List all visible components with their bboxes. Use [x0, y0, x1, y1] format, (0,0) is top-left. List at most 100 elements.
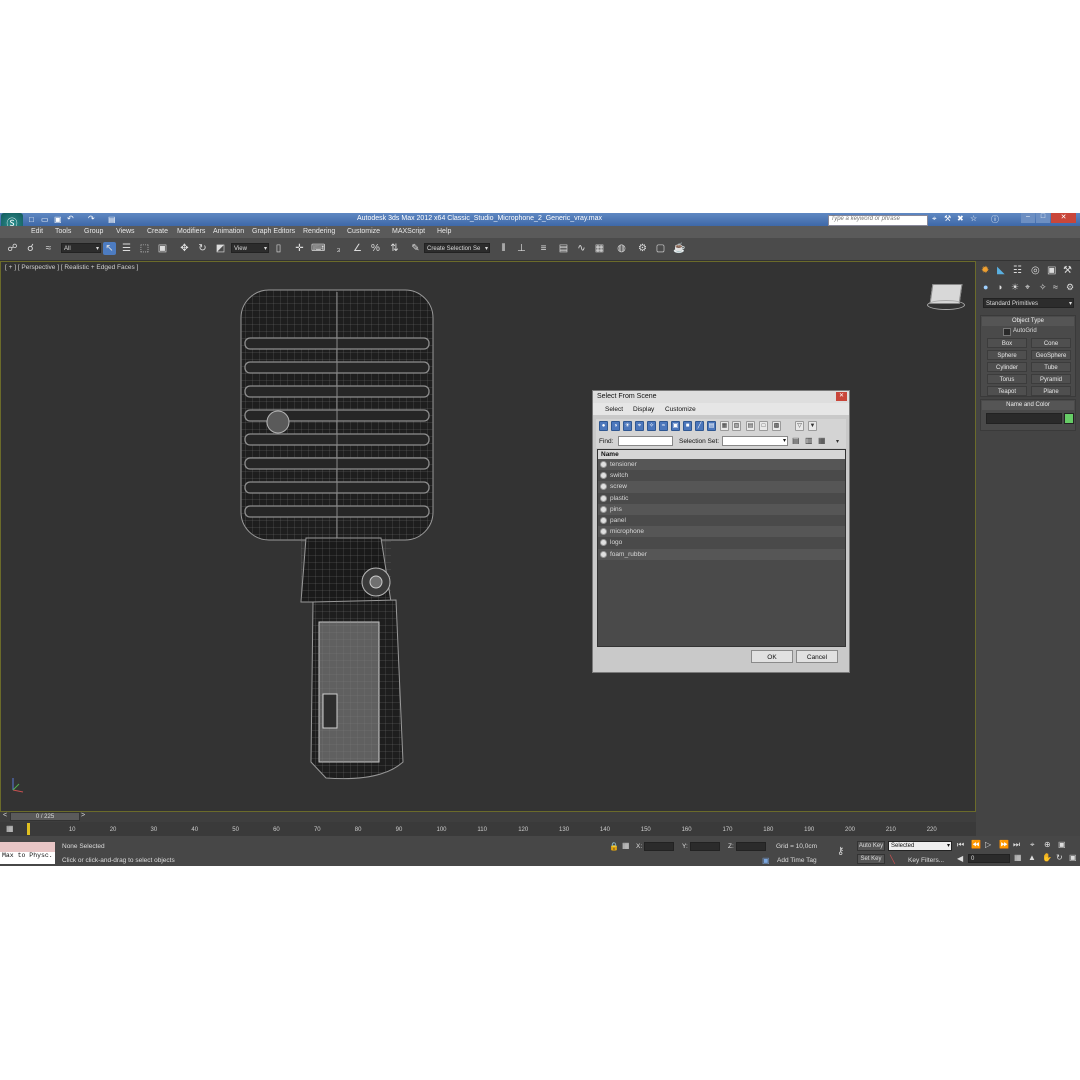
key-filters-icon[interactable]: ╲ — [890, 855, 895, 864]
align-icon[interactable]: ⊥ — [515, 242, 528, 255]
ok-button[interactable]: OK — [751, 650, 793, 663]
set-key-button[interactable]: Set Key — [857, 854, 885, 864]
display-groups-icon[interactable]: ▣ — [671, 421, 680, 431]
dialog-close-icon[interactable]: ✕ — [836, 392, 847, 401]
time-slider-thumb[interactable]: 0 / 225 — [10, 812, 80, 821]
maxscript-listener[interactable]: Max to Physc. — [0, 842, 55, 864]
display-geometry-icon[interactable]: ● — [599, 421, 608, 431]
cameras-icon[interactable]: ⌖ — [1025, 282, 1030, 293]
select-and-manipulate-icon[interactable]: ✛ — [293, 242, 306, 255]
torus-button[interactable]: Torus — [987, 374, 1027, 384]
viewport-label[interactable]: [ + ] [ Perspective ] [ Realistic + Edge… — [5, 264, 138, 271]
display-containers-icon[interactable]: ▤ — [707, 421, 716, 431]
display-all-icon[interactable]: ▤ — [746, 421, 755, 431]
time-tag-icon[interactable]: ▣ — [762, 856, 770, 865]
previous-frame-icon[interactable]: ⏪ — [971, 840, 981, 849]
geometry-icon[interactable]: ● — [983, 282, 988, 292]
display-invert-icon[interactable]: ▩ — [772, 421, 781, 431]
scale-icon[interactable]: ◩ — [214, 242, 227, 255]
save-file-icon[interactable]: ▣ — [54, 215, 62, 224]
rotate-icon[interactable]: ↻ — [196, 242, 209, 255]
cylinder-button[interactable]: Cylinder — [987, 362, 1027, 372]
redo-icon[interactable]: ↷ — [88, 214, 95, 223]
box-button[interactable]: Box — [987, 338, 1027, 348]
list-item[interactable]: pins — [598, 503, 845, 515]
add-time-tag[interactable]: Add Time Tag — [777, 857, 817, 864]
link-icon[interactable]: ☍ — [6, 242, 19, 255]
close-icon[interactable]: ✕ — [1051, 213, 1076, 223]
select-object-icon[interactable]: ↖ — [103, 242, 116, 255]
menu-tools[interactable]: Tools — [55, 228, 71, 235]
render-production-icon[interactable]: ☕ — [673, 242, 686, 255]
undo-icon[interactable]: ↶ — [67, 214, 74, 223]
display-lights-icon[interactable]: ☀ — [623, 421, 632, 431]
modify-tab-icon[interactable]: ◣ — [997, 265, 1005, 276]
go-to-end-icon[interactable]: ⏭ — [1013, 840, 1020, 850]
filter-settings-icon[interactable]: ▼ — [808, 421, 817, 431]
key-mode-icon[interactable]: ◀ — [957, 854, 963, 863]
maximize-toggle-icon[interactable]: ▣ — [1069, 853, 1077, 862]
hierarchy-tab-icon[interactable]: ☷ — [1013, 265, 1022, 276]
display-xrefs-icon[interactable]: ■ — [683, 421, 692, 431]
help-icon[interactable]: ⓘ — [991, 214, 999, 225]
menu-help[interactable]: Help — [437, 228, 451, 235]
pyramid-button[interactable]: Pyramid — [1031, 374, 1071, 384]
menu-maxscript[interactable]: MAXScript — [392, 228, 425, 235]
minimize-icon[interactable]: – — [1021, 213, 1035, 223]
menu-views[interactable]: Views — [116, 228, 135, 235]
menu-animation[interactable]: Animation — [213, 228, 244, 235]
menu-graph-editors[interactable]: Graph Editors — [252, 228, 295, 235]
auto-key-button[interactable]: Auto Key — [857, 841, 885, 851]
autogrid-checkbox[interactable] — [1003, 328, 1011, 336]
keyboard-shortcut-override-icon[interactable]: ⌨ — [311, 242, 325, 255]
object-category-dropdown[interactable]: Standard Primitives ▾ — [983, 298, 1074, 308]
filter-icon[interactable]: ▽ — [795, 421, 804, 431]
motion-tab-icon[interactable]: ◎ — [1031, 265, 1040, 276]
menu-group[interactable]: Group — [84, 228, 103, 235]
selection-lock-icon[interactable]: 🔒 — [609, 842, 619, 851]
pan-view-icon[interactable]: ✋ — [1042, 853, 1052, 862]
display-helpers-icon[interactable]: ✧ — [647, 421, 656, 431]
rendered-frame-window-icon[interactable]: ▢ — [654, 242, 667, 255]
space-warps-icon[interactable]: ≈ — [1053, 282, 1058, 292]
tube-button[interactable]: Tube — [1031, 362, 1071, 372]
name-and-color-header[interactable]: Name and Color — [982, 401, 1074, 410]
list-item[interactable]: logo — [598, 537, 845, 548]
list-item[interactable]: plastic — [598, 493, 845, 504]
list-item[interactable]: panel — [598, 515, 845, 526]
selection-filter-dropdown[interactable]: All ▾ — [61, 243, 101, 253]
helpers-icon[interactable]: ✧ — [1039, 282, 1047, 293]
search-input[interactable]: Type a keyword or phrase — [831, 216, 900, 222]
maximize-icon[interactable]: □ — [1036, 213, 1050, 223]
curve-editor-icon[interactable]: ∿ — [575, 242, 588, 255]
set-key-mode-icon[interactable]: ⚷ — [837, 846, 844, 857]
cone-button[interactable]: Cone — [1031, 338, 1071, 348]
display-shapes-icon[interactable]: ◑ — [611, 421, 620, 431]
snaps-toggle-icon[interactable]: ₃ — [332, 242, 345, 255]
list-item[interactable]: switch — [598, 470, 845, 481]
utilities-tab-icon[interactable]: ⚒ — [1063, 265, 1072, 276]
track-bar[interactable]: ▦ 01020304050607080901001101201301401501… — [0, 822, 976, 836]
viewcube-icon[interactable] — [927, 284, 965, 310]
maximize-viewport-icon[interactable]: ▣ — [1058, 840, 1066, 849]
teapot-button[interactable]: Teapot — [987, 386, 1027, 396]
named-selection-set-dropdown[interactable]: Create Selection Se ▾ — [424, 243, 490, 253]
key-filters-button[interactable]: Key Filters... — [908, 857, 944, 864]
select-by-name-icon[interactable]: ☰ — [120, 242, 133, 255]
play-icon[interactable]: ▷ — [985, 840, 991, 849]
remove-from-selection-set-icon[interactable]: ▦ — [818, 436, 826, 445]
name-column-header[interactable]: Name — [598, 450, 845, 459]
percent-snap-icon[interactable]: % — [369, 242, 382, 255]
zoom-extents-icon[interactable]: ⌖ — [1030, 840, 1035, 850]
cancel-button[interactable]: Cancel — [796, 650, 838, 663]
binoculars-icon[interactable]: ⌖ — [932, 214, 937, 224]
tools-icon[interactable]: ⚒ — [944, 214, 951, 223]
time-slider-prev-icon[interactable]: < — [3, 812, 7, 819]
shapes-icon[interactable]: ◑ — [997, 282, 1002, 292]
schematic-view-icon[interactable]: ▦ — [593, 242, 606, 255]
render-setup-icon[interactable]: ⚙ — [636, 242, 649, 255]
object-color-swatch[interactable] — [1064, 413, 1074, 424]
dialog-menu-customize[interactable]: Customize — [665, 406, 696, 413]
find-input[interactable] — [618, 436, 673, 446]
search-box[interactable]: Type a keyword or phrase — [828, 215, 928, 226]
